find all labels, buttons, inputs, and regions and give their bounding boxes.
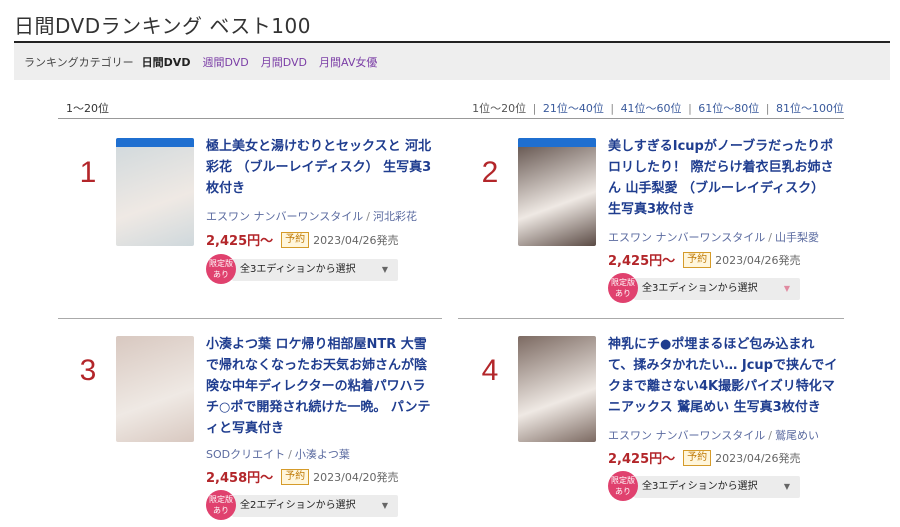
range-link-41-60[interactable]: 41位〜60位 [621, 102, 682, 115]
ranking-item-1: 1 極上美女と湯けむりとセックスと 河北彩花 （ブルーレイディスク） 生写真3枚… [58, 138, 431, 328]
item-meta: エスワン ナンバーワンスタイル / 河北彩花 [206, 208, 417, 224]
maker-link[interactable]: SODクリエイト [206, 448, 285, 461]
release-date: 2023/04/26発売 [715, 451, 801, 465]
actress-link[interactable]: 山手梨愛 [775, 231, 819, 244]
edition-select-label: 全2エディションから選択 [240, 500, 356, 511]
range-row: 1〜20位 1位〜20位 | 21位〜40位 | 41位〜60位 | 61位〜8… [58, 100, 844, 118]
category-current-daily-dvd: 日間DVD [141, 55, 191, 69]
maker-link[interactable]: エスワン ナンバーワンスタイル [608, 231, 765, 244]
price: 2,425円〜 [608, 452, 676, 467]
ranking-item-2: 2 美しすぎるIcupがノーブラだったりポロリしたり！ 際だらけ着衣巨乳お姉さん… [460, 138, 834, 328]
edition-select[interactable]: 全2エディションから選択 ▼ [232, 495, 398, 517]
edition-select-label: 全3エディションから選択 [240, 264, 356, 275]
maker-link[interactable]: エスワン ナンバーワンスタイル [206, 210, 363, 223]
item-meta: SODクリエイト / 小湊よつ葉 [206, 446, 350, 462]
range-separator: | [610, 102, 615, 115]
limited-edition-badge: 限定版 あり [608, 471, 638, 501]
cover-image[interactable] [116, 336, 194, 442]
price-row: 2,425円〜 予約 2023/04/26発売 [206, 230, 399, 249]
limited-edition-badge: 限定版 あり [608, 273, 638, 303]
ranking-item-4: 4 神乳にチ●ポ埋まるほど包み込まれて、揉みタかれたい… Jcupで挟んでイクま… [460, 336, 837, 526]
price-row: 2,458円〜 予約 2023/04/20発売 [206, 467, 399, 486]
reserve-badge: 予約 [683, 449, 712, 466]
price: 2,458円〜 [206, 471, 274, 486]
chevron-down-icon: ▼ [783, 284, 790, 293]
item-title-link[interactable]: 極上美女と湯けむりとセックスと 河北彩花 （ブルーレイディスク） 生写真3枚付き [206, 136, 436, 199]
chevron-down-icon: ▼ [381, 501, 388, 510]
bluray-banner [518, 138, 596, 147]
edition-select[interactable]: 全3エディションから選択 ▼ [232, 259, 398, 281]
reserve-badge: 予約 [281, 468, 310, 485]
bluray-banner [116, 138, 194, 147]
page-title: 日間DVDランキング ベスト100 [14, 14, 311, 38]
actress-link[interactable]: 小湊よつ葉 [295, 448, 350, 461]
price: 2,425円〜 [608, 254, 676, 269]
release-date: 2023/04/20発売 [313, 470, 399, 484]
cover-image[interactable] [116, 138, 194, 246]
price: 2,425円〜 [206, 234, 274, 249]
meta-slash: / [366, 210, 370, 223]
range-link-61-80[interactable]: 61位〜80位 [698, 102, 759, 115]
category-link-weekly-dvd[interactable]: 週間DVD [202, 54, 248, 70]
edition-select[interactable]: 全3エディションから選択 ▼ [634, 476, 800, 498]
category-bar: ランキングカテゴリー 日間DVD 週間DVD 月間DVD 月間AV女優 [14, 43, 890, 80]
edition-selector: 限定版 あり 全3エディションから選択 ▼ [608, 273, 800, 303]
item-title-link[interactable]: 神乳にチ●ポ埋まるほど包み込まれて、揉みタかれたい… Jcupで挟んでイクまで離… [608, 334, 838, 418]
meta-slash: / [768, 231, 772, 244]
actress-link[interactable]: 鷲尾めい [775, 429, 819, 442]
edition-select[interactable]: 全3エディションから選択 ▼ [634, 278, 800, 300]
item-title-link[interactable]: 小湊よつ葉 ロケ帰り相部屋NTR 大雪で帰れなくなったお天気お姉さんが陰険な中年… [206, 334, 436, 439]
edition-select-label: 全3エディションから選択 [642, 283, 758, 294]
price-row: 2,425円〜 予約 2023/04/26発売 [608, 250, 801, 269]
rank-number: 2 [481, 156, 499, 189]
edition-selector: 限定版 あり 全3エディションから選択 ▼ [206, 254, 398, 284]
range-link-1-20[interactable]: 1位〜20位 [472, 102, 526, 115]
edition-selector: 限定版 あり 全2エディションから選択 ▼ [206, 490, 398, 520]
range-separator: | [688, 102, 692, 115]
meta-slash: / [768, 429, 772, 442]
cover-image[interactable] [518, 138, 596, 246]
range-links: 1位〜20位 | 21位〜40位 | 41位〜60位 | 61位〜80位 | 8… [472, 100, 844, 116]
limited-edition-badge: 限定版 あり [206, 490, 236, 520]
range-link-81-100[interactable]: 81位〜100位 [776, 102, 844, 115]
item-meta: エスワン ナンバーワンスタイル / 山手梨愛 [608, 229, 819, 245]
category-label: ランキングカテゴリー [24, 55, 134, 69]
release-date: 2023/04/26発売 [715, 253, 801, 267]
release-date: 2023/04/26発売 [313, 233, 399, 247]
range-separator: | [532, 102, 537, 115]
maker-link[interactable]: エスワン ナンバーワンスタイル [608, 429, 765, 442]
range-current: 1〜20位 [66, 102, 109, 115]
rank-number: 1 [79, 156, 97, 189]
meta-slash: / [288, 448, 292, 461]
cover-image[interactable] [518, 336, 596, 442]
edition-selector: 限定版 あり 全3エディションから選択 ▼ [608, 471, 800, 501]
actress-link[interactable]: 河北彩花 [373, 210, 417, 223]
price-row: 2,425円〜 予約 2023/04/26発売 [608, 448, 801, 467]
range-separator: | [765, 102, 770, 115]
chevron-down-icon: ▼ [783, 482, 790, 491]
item-title-link[interactable]: 美しすぎるIcupがノーブラだったりポロリしたり！ 際だらけ着衣巨乳お姉さん 山… [608, 136, 838, 220]
ranking-item-3: 3 小湊よつ葉 ロケ帰り相部屋NTR 大雪で帰れなくなったお天気お姉さんが陰険な… [58, 336, 431, 526]
chevron-down-icon: ▼ [381, 265, 388, 274]
rank-number: 3 [79, 354, 97, 387]
item-meta: エスワン ナンバーワンスタイル / 鷲尾めい [608, 427, 819, 443]
category-link-monthly-actress[interactable]: 月間AV女優 [319, 54, 377, 70]
rank-number: 4 [481, 354, 499, 387]
category-link-monthly-dvd[interactable]: 月間DVD [261, 54, 307, 70]
reserve-badge: 予約 [281, 231, 310, 248]
limited-edition-badge: 限定版 あり [206, 254, 236, 284]
range-link-21-40[interactable]: 21位〜40位 [543, 102, 604, 115]
range-divider [58, 118, 844, 119]
reserve-badge: 予約 [683, 251, 712, 268]
edition-select-label: 全3エディションから選択 [642, 481, 758, 492]
